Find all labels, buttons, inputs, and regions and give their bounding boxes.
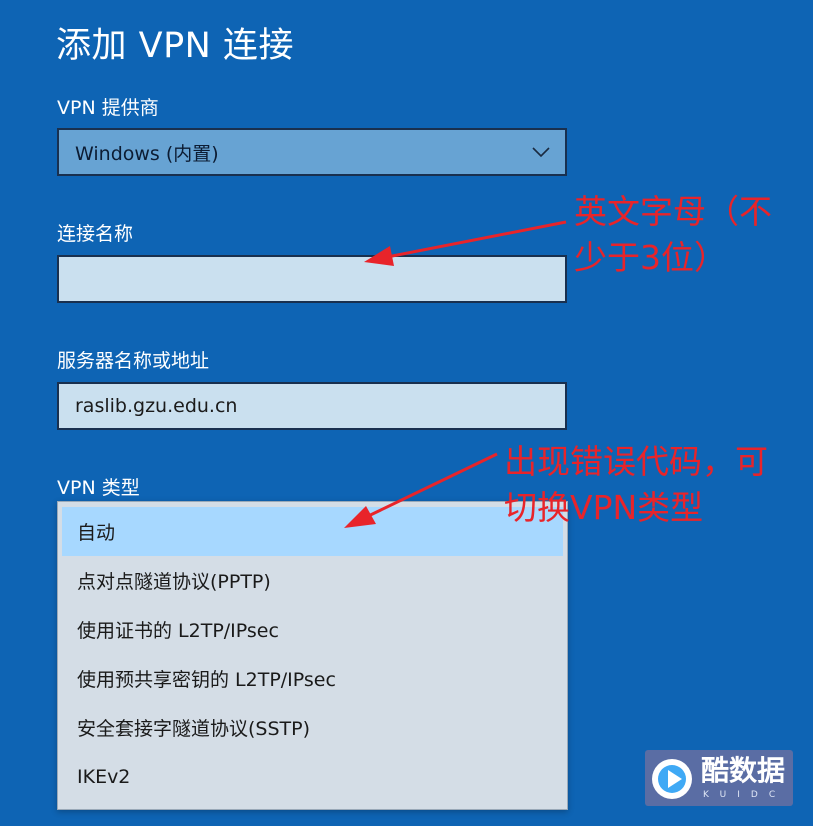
- name-hint-line2: 少于3位）: [574, 238, 727, 277]
- watermark-text: 酷数据: [701, 754, 786, 787]
- vpn-type-option-l2tp-psk[interactable]: 使用预共享密钥的 L2TP/IPsec: [62, 654, 563, 703]
- server-address-label: 服务器名称或地址: [57, 350, 210, 372]
- connection-name-label: 连接名称: [57, 223, 134, 245]
- server-address-value: raslib.gzu.edu.cn: [75, 395, 238, 417]
- vpn-type-label: VPN 类型: [57, 477, 140, 499]
- type-hint-line1: 出现错误代码，可: [504, 442, 768, 481]
- vpn-provider-select[interactable]: Windows (内置): [57, 128, 567, 176]
- kuidc-logo-icon: [652, 759, 692, 799]
- vpn-type-dropdown[interactable]: 自动 点对点隧道协议(PPTP) 使用证书的 L2TP/IPsec 使用预共享密…: [57, 501, 568, 810]
- vpn-type-option-ikev2[interactable]: IKEv2: [62, 752, 563, 801]
- type-hint-line2: 切换VPN类型: [504, 488, 704, 527]
- vpn-type-option-sstp[interactable]: 安全套接字隧道协议(SSTP): [62, 703, 563, 752]
- page-title: 添加 VPN 连接: [56, 26, 294, 66]
- vpn-type-option-l2tp-cert[interactable]: 使用证书的 L2TP/IPsec: [62, 605, 563, 654]
- vpn-type-option-auto[interactable]: 自动: [62, 507, 563, 556]
- kuidc-watermark: 酷数据 KUIDC: [645, 750, 793, 806]
- watermark-subtext: KUIDC: [703, 790, 787, 800]
- server-address-input[interactable]: raslib.gzu.edu.cn: [57, 382, 567, 430]
- vpn-type-option-pptp[interactable]: 点对点隧道协议(PPTP): [62, 556, 563, 605]
- connection-name-input[interactable]: [57, 255, 567, 303]
- name-hint-line1: 英文字母（不: [574, 192, 772, 231]
- vpn-provider-value: Windows (内置): [75, 142, 219, 165]
- vpn-provider-label: VPN 提供商: [57, 97, 159, 119]
- chevron-down-icon: [532, 147, 550, 158]
